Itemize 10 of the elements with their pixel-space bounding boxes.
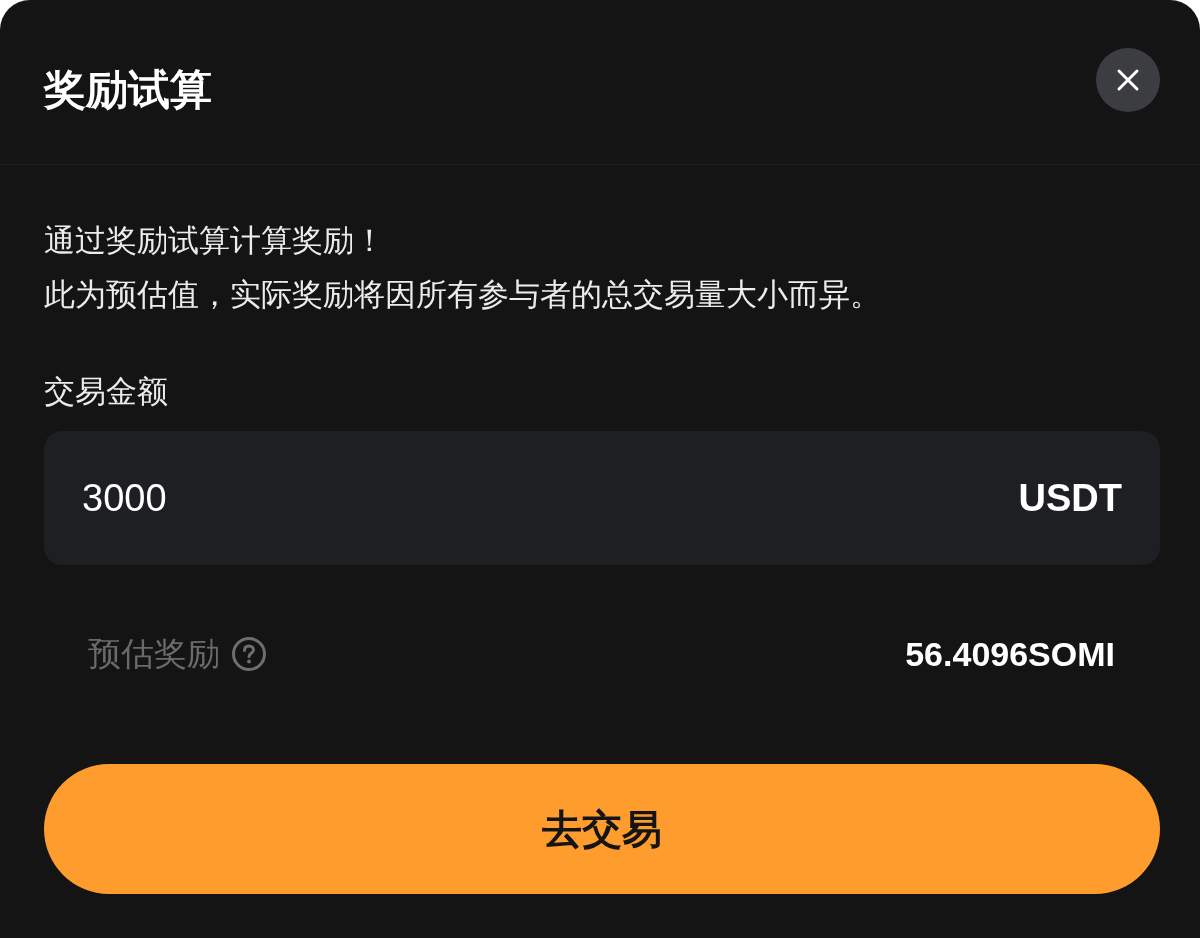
help-icon[interactable] xyxy=(232,637,266,671)
currency-unit: USDT xyxy=(1018,476,1122,520)
close-icon xyxy=(1116,68,1140,92)
estimate-label: 预估奖励 xyxy=(88,633,220,674)
description-text: 通过奖励试算计算奖励！ xyxy=(44,222,385,260)
amount-label: 交易金额 xyxy=(44,373,168,411)
estimate-value: 56.4096SOMI xyxy=(905,634,1115,674)
sheet-title: 奖励试算 xyxy=(44,65,212,115)
description-text: 此为预估值，实际奖励将因所有参与者的总交易量大小而异。 xyxy=(44,276,881,314)
trade-button[interactable]: 去交易 xyxy=(44,764,1160,894)
